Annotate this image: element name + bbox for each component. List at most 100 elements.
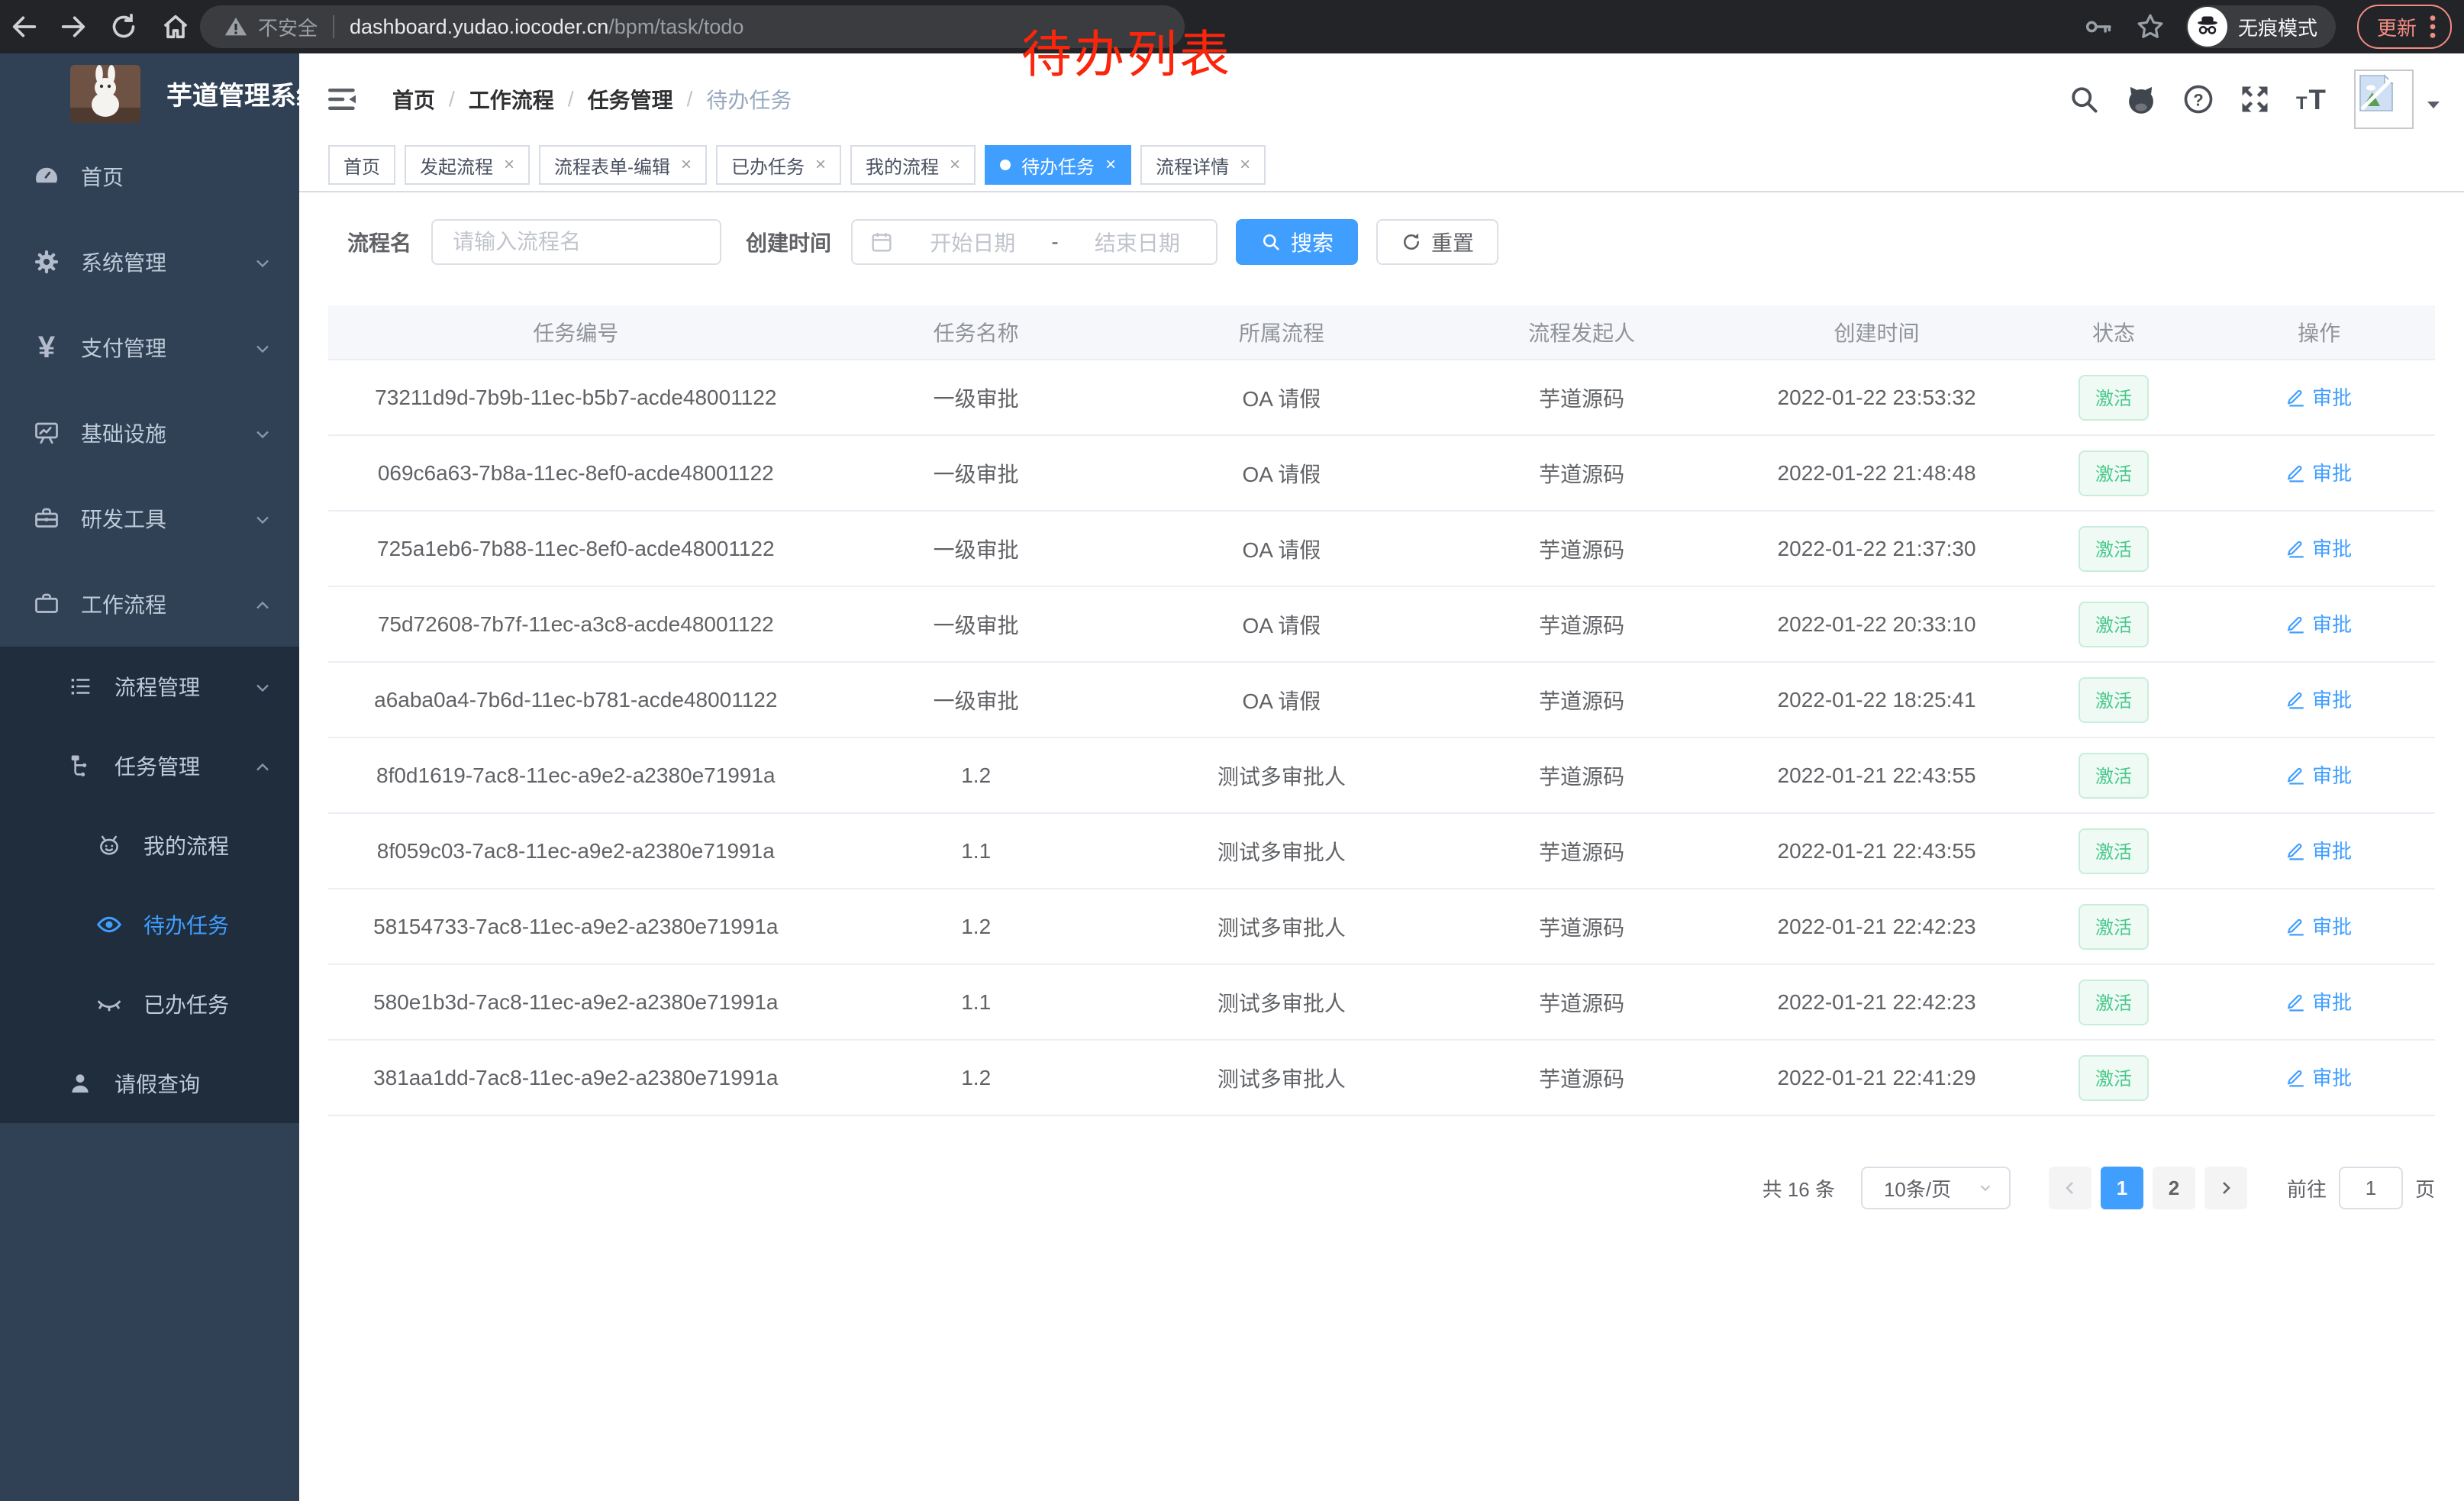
- sidebar-item-todo-tasks[interactable]: 待办任务: [0, 885, 299, 964]
- tab-home[interactable]: 首页: [328, 145, 395, 185]
- page-button-1[interactable]: 1: [2101, 1167, 2143, 1209]
- end-date-placeholder: 结束日期: [1059, 227, 1216, 257]
- approve-button[interactable]: 审批: [2286, 534, 2352, 562]
- col-task-name: 任务名称: [824, 317, 1129, 347]
- close-icon[interactable]: ×: [1105, 156, 1116, 174]
- breadcrumb-home[interactable]: 首页: [392, 84, 435, 115]
- search-icon[interactable]: [2067, 82, 2101, 116]
- status-badge: 激活: [2079, 677, 2149, 723]
- breadcrumb-task-management[interactable]: 任务管理: [588, 84, 673, 115]
- avatar-caret-icon[interactable]: [2424, 97, 2443, 112]
- font-size-icon[interactable]: TT: [2295, 82, 2331, 116]
- sidebar-item-workflow[interactable]: 工作流程: [0, 561, 299, 647]
- table-row: 8f0d1619-7ac8-11ec-a9e2-a2380e71991a 1.2…: [328, 738, 2435, 814]
- sidebar: 芋道管理系统 首页 系统管理 ¥ 支付管理 基础设施: [0, 53, 299, 1501]
- status-badge: 激活: [2079, 828, 2149, 874]
- app-logo[interactable]: 芋道管理系统: [0, 53, 299, 134]
- main-area: 首页 / 工作流程 / 任务管理 / 待办任务 ? TT: [299, 53, 2464, 1501]
- fullscreen-icon[interactable]: [2238, 82, 2272, 116]
- approve-button[interactable]: 审批: [2286, 836, 2352, 864]
- close-icon[interactable]: ×: [504, 156, 514, 174]
- help-icon[interactable]: ?: [2182, 82, 2215, 116]
- breadcrumb-workflow[interactable]: 工作流程: [469, 84, 554, 115]
- face-icon: [95, 832, 124, 858]
- status-badge: 激活: [2079, 980, 2149, 1025]
- tab-process-form-edit[interactable]: 流程表单-编辑×: [539, 145, 707, 185]
- approve-button[interactable]: 审批: [2286, 458, 2352, 486]
- prev-page-button[interactable]: [2049, 1167, 2091, 1209]
- sidebar-item-leave-query[interactable]: 请假查询: [0, 1044, 299, 1123]
- breadcrumb: 首页 / 工作流程 / 任务管理 / 待办任务: [392, 84, 792, 115]
- github-icon[interactable]: [2124, 82, 2159, 117]
- browser-forward-icon[interactable]: [58, 11, 89, 42]
- page-button-2[interactable]: 2: [2153, 1167, 2195, 1209]
- next-page-button[interactable]: [2204, 1167, 2247, 1209]
- sidebar-item-my-process[interactable]: 我的流程: [0, 805, 299, 885]
- reset-button[interactable]: 重置: [1376, 219, 1498, 265]
- close-icon[interactable]: ×: [681, 156, 692, 174]
- tab-process-detail[interactable]: 流程详情×: [1140, 145, 1266, 185]
- approve-button[interactable]: 审批: [2286, 383, 2352, 411]
- tab-my-process[interactable]: 我的流程×: [850, 145, 976, 185]
- sidebar-item-devtools[interactable]: 研发工具: [0, 476, 299, 561]
- col-task-id: 任务编号: [328, 317, 824, 347]
- sidebar-item-payment[interactable]: ¥ 支付管理: [0, 305, 299, 390]
- sidebar-item-task-management[interactable]: 任务管理: [0, 726, 299, 805]
- annotation-overlay: 待办列表: [1021, 14, 1232, 87]
- briefcase-icon: [32, 590, 61, 618]
- close-icon[interactable]: ×: [1240, 156, 1250, 174]
- sidebar-item-home[interactable]: 首页: [0, 134, 299, 219]
- kebab-menu-icon[interactable]: [2429, 14, 2437, 40]
- chevron-down-icon: [252, 509, 273, 531]
- tab-start-process[interactable]: 发起流程×: [405, 145, 530, 185]
- refresh-icon: [1401, 231, 1422, 253]
- close-icon[interactable]: ×: [815, 156, 826, 174]
- browser-chrome: 不安全 dashboard.yudao.iocoder.cn/bpm/task/…: [0, 0, 2464, 53]
- logo-image: [70, 65, 140, 123]
- approve-button[interactable]: 审批: [2286, 1063, 2352, 1091]
- monitor-icon: [32, 419, 61, 447]
- process-name-input[interactable]: [431, 219, 721, 265]
- update-button[interactable]: 更新: [2357, 5, 2452, 49]
- sidebar-item-done-tasks[interactable]: 已办任务: [0, 964, 299, 1044]
- tab-done-tasks[interactable]: 已办任务×: [716, 145, 841, 185]
- chevron-up-icon: [252, 757, 273, 778]
- col-process: 所属流程: [1129, 317, 1434, 347]
- status-badge: 激活: [2079, 526, 2149, 572]
- approve-button[interactable]: 审批: [2286, 609, 2352, 638]
- search-button[interactable]: 搜索: [1236, 219, 1358, 265]
- browser-back-icon[interactable]: [9, 11, 40, 42]
- key-icon[interactable]: [2082, 11, 2114, 43]
- goto-page-input[interactable]: [2339, 1167, 2403, 1209]
- security-warning-icon[interactable]: [223, 14, 249, 40]
- tab-todo-tasks[interactable]: 待办任务×: [985, 145, 1131, 185]
- sidebar-item-infrastructure[interactable]: 基础设施: [0, 390, 299, 476]
- approve-button[interactable]: 审批: [2286, 912, 2352, 940]
- date-range-picker[interactable]: 开始日期 - 结束日期: [851, 219, 1217, 265]
- search-button-icon: [1260, 231, 1282, 253]
- chevron-left-icon: [2061, 1179, 2079, 1197]
- chevron-up-icon: [252, 595, 273, 616]
- approve-button[interactable]: 审批: [2286, 685, 2352, 713]
- close-icon[interactable]: ×: [950, 156, 960, 174]
- bookmark-star-icon[interactable]: [2134, 11, 2166, 43]
- hamburger-icon[interactable]: [328, 86, 359, 113]
- url-path: /bpm/task/todo: [608, 15, 743, 39]
- sidebar-item-system[interactable]: 系统管理: [0, 219, 299, 305]
- col-created: 创建时间: [1729, 317, 2024, 347]
- browser-reload-icon[interactable]: [108, 11, 139, 42]
- calendar-icon: [869, 230, 894, 254]
- gear-icon: [32, 248, 61, 276]
- sidebar-item-process-management[interactable]: 流程管理: [0, 647, 299, 726]
- status-badge: 激活: [2079, 753, 2149, 799]
- avatar[interactable]: [2354, 69, 2414, 129]
- browser-home-icon[interactable]: [160, 11, 191, 42]
- approve-button[interactable]: 审批: [2286, 987, 2352, 1015]
- table-row: 381aa1dd-7ac8-11ec-a9e2-a2380e71991a 1.2…: [328, 1041, 2435, 1116]
- approve-button[interactable]: 审批: [2286, 760, 2352, 789]
- table-header: 任务编号 任务名称 所属流程 流程发起人 创建时间 状态 操作: [328, 305, 2435, 360]
- page-size-select[interactable]: 10条/页: [1861, 1167, 2011, 1209]
- chevron-down-icon: [252, 338, 273, 360]
- tree-icon: [66, 753, 95, 779]
- col-starter: 流程发起人: [1434, 317, 1729, 347]
